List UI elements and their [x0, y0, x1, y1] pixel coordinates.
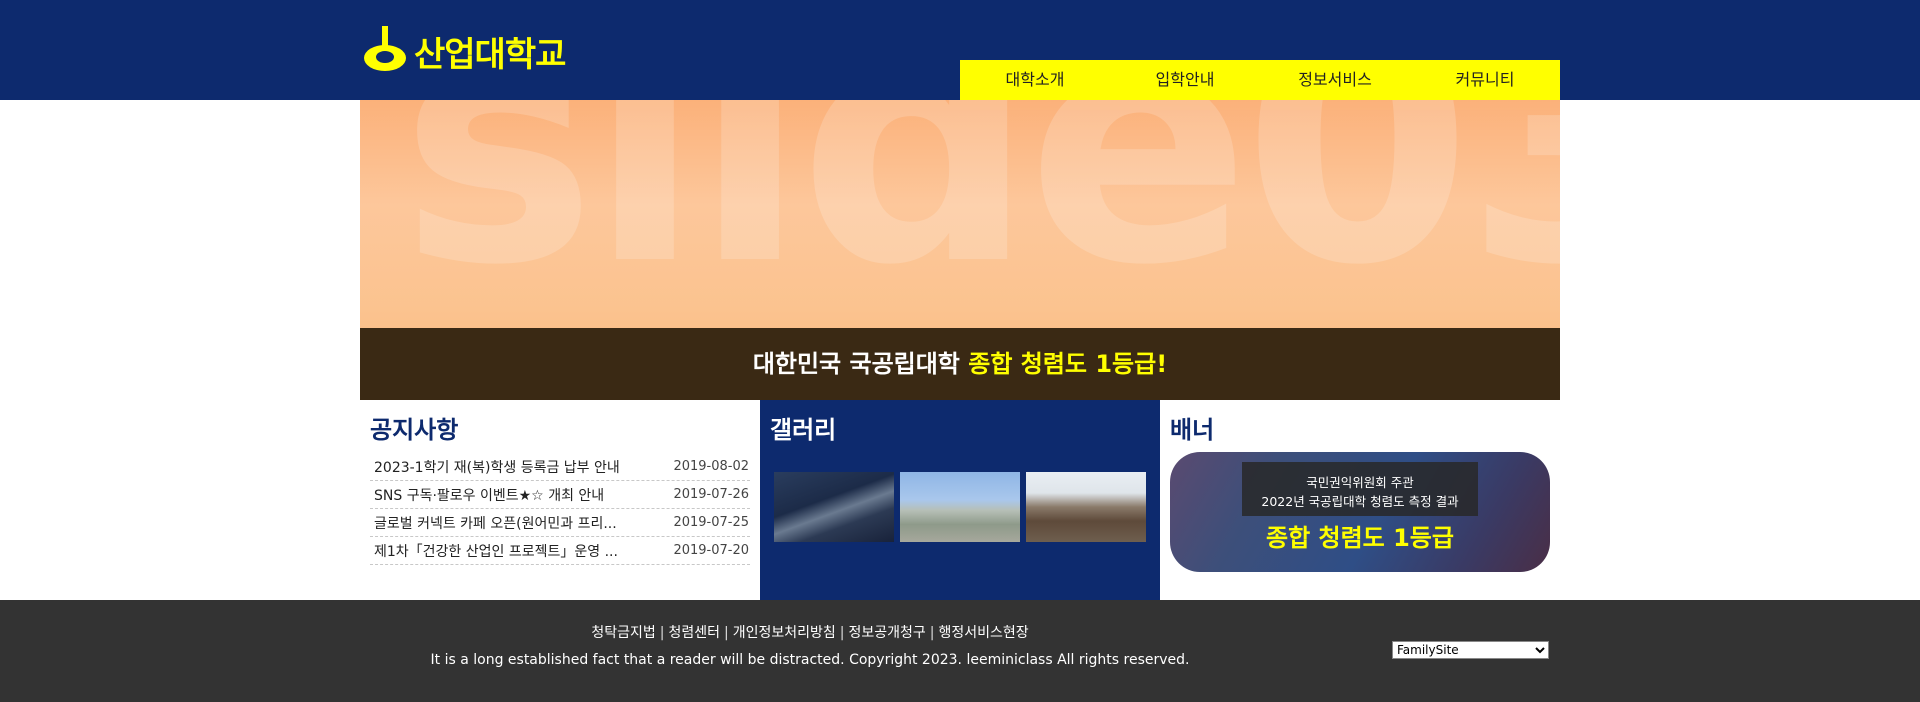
- header: 산업대학교 대학소개 입학안내 정보서비스 커뮤니티: [0, 0, 1920, 100]
- slide-caption-highlight: 종합 청렴도 1등급!: [968, 350, 1168, 378]
- notice-item[interactable]: 글로벌 커넥트 카페 오픈(원어민과 프리... 2019-07-25: [370, 509, 750, 537]
- notice-item-date: 2019-07-20: [673, 543, 749, 558]
- notice-section: 공지사항 2023-1학기 재(복)학생 등록금 납부 안내 2019-08-02…: [360, 400, 760, 600]
- notice-item[interactable]: SNS 구독·팔로우 이벤트★☆ 개최 안내 2019-07-26: [370, 481, 750, 509]
- banner-line1: 국민권익위원회 주관: [1306, 475, 1414, 490]
- footer-separator: |: [839, 625, 845, 641]
- copyright: It is a long established fact that a rea…: [430, 652, 1190, 668]
- main-nav: 대학소개 입학안내 정보서비스 커뮤니티: [960, 60, 1560, 100]
- footer-link-integrity-center[interactable]: 청렴센터: [668, 625, 720, 641]
- notice-title: 공지사항: [370, 416, 459, 444]
- slide-watermark-text: slide03: [400, 100, 1560, 337]
- banner-title: 배너: [1170, 416, 1215, 444]
- notice-item-date: 2019-07-26: [673, 487, 749, 502]
- logo[interactable]: 산업대학교: [360, 24, 566, 78]
- gallery-thumb-night-city[interactable]: [774, 472, 894, 542]
- notice-item[interactable]: 제1차「건강한 산업인 프로젝트」운영 ... 2019-07-20: [370, 537, 750, 565]
- slide-caption-main: 대한민국 국공립대학: [752, 350, 969, 378]
- nav-item-community[interactable]: 커뮤니티: [1410, 60, 1560, 100]
- nav-item-info-service[interactable]: 정보서비스: [1260, 60, 1410, 100]
- footer-link-admin-service[interactable]: 행정서비스현장: [938, 625, 1028, 641]
- footer-link-anti-graft-law[interactable]: 청탁금지법: [591, 625, 655, 641]
- main-slide: slide03 대한민국 국공립대학 종합 청렴도 1등급!: [360, 100, 1560, 400]
- nav-item-admission[interactable]: 입학안내: [1110, 60, 1260, 100]
- gallery-title: 갤러리: [770, 416, 837, 444]
- banner-section: 배너 국민권익위원회 주관 2022년 국공립대학 청렴도 측정 결과 종합 청…: [1160, 400, 1560, 600]
- footer-separator: |: [724, 625, 729, 641]
- footer-separator: |: [659, 625, 665, 641]
- family-site-select[interactable]: FamilySite: [1392, 641, 1549, 659]
- nav-item-about[interactable]: 대학소개: [960, 60, 1110, 100]
- notice-item[interactable]: 2023-1학기 재(복)학생 등록금 납부 안내 2019-08-02: [370, 453, 750, 481]
- logo-icon: [364, 26, 406, 71]
- footer-link-privacy-policy[interactable]: 개인정보처리방침: [733, 625, 836, 641]
- notice-item-title: SNS 구독·팔로우 이벤트★☆ 개최 안내: [374, 487, 605, 504]
- gallery-thumb-daytime-city[interactable]: [900, 472, 1020, 542]
- slide-caption: 대한민국 국공립대학 종합 청렴도 1등급!: [360, 328, 1560, 400]
- notice-item-title: 2023-1학기 재(복)학생 등록금 납부 안내: [374, 459, 620, 476]
- footer: 청탁금지법 | 청렴센터 | 개인정보처리방침 | 정보공개청구 | 행정서비스현장 It is…: [0, 600, 1920, 702]
- footer-link-info-disclosure[interactable]: 정보공개청구: [848, 625, 925, 641]
- footer-links: 청탁금지법 | 청렴센터 | 개인정보처리방침 | 정보공개청구 | 행정서비스현장: [360, 622, 1260, 642]
- contents: 공지사항 2023-1학기 재(복)학생 등록금 납부 안내 2019-08-02…: [360, 400, 1560, 600]
- banner-headline: 종합 청렴도 1등급: [1266, 524, 1454, 552]
- banner-line2: 2022년 국공립대학 청렴도 측정 결과: [1261, 494, 1459, 509]
- logo-text: 산업대학교: [414, 34, 566, 75]
- notice-item-date: 2019-07-25: [673, 515, 749, 530]
- integrity-banner[interactable]: 국민권익위원회 주관 2022년 국공립대학 청렴도 측정 결과 종합 청렴도 …: [1170, 452, 1550, 572]
- gallery-thumb-rooftop[interactable]: [1026, 472, 1146, 542]
- gallery-section: 갤러리: [760, 400, 1160, 600]
- notice-item-date: 2019-08-02: [673, 459, 749, 474]
- gallery-thumbs: [774, 472, 1146, 542]
- notice-item-title: 제1차「건강한 산업인 프로젝트」운영 ...: [374, 543, 618, 560]
- footer-separator: |: [929, 625, 935, 641]
- notice-list: 2023-1학기 재(복)학생 등록금 납부 안내 2019-08-02 SNS …: [370, 453, 750, 565]
- notice-item-title: 글로벌 커넥트 카페 오픈(원어민과 프리...: [374, 515, 617, 532]
